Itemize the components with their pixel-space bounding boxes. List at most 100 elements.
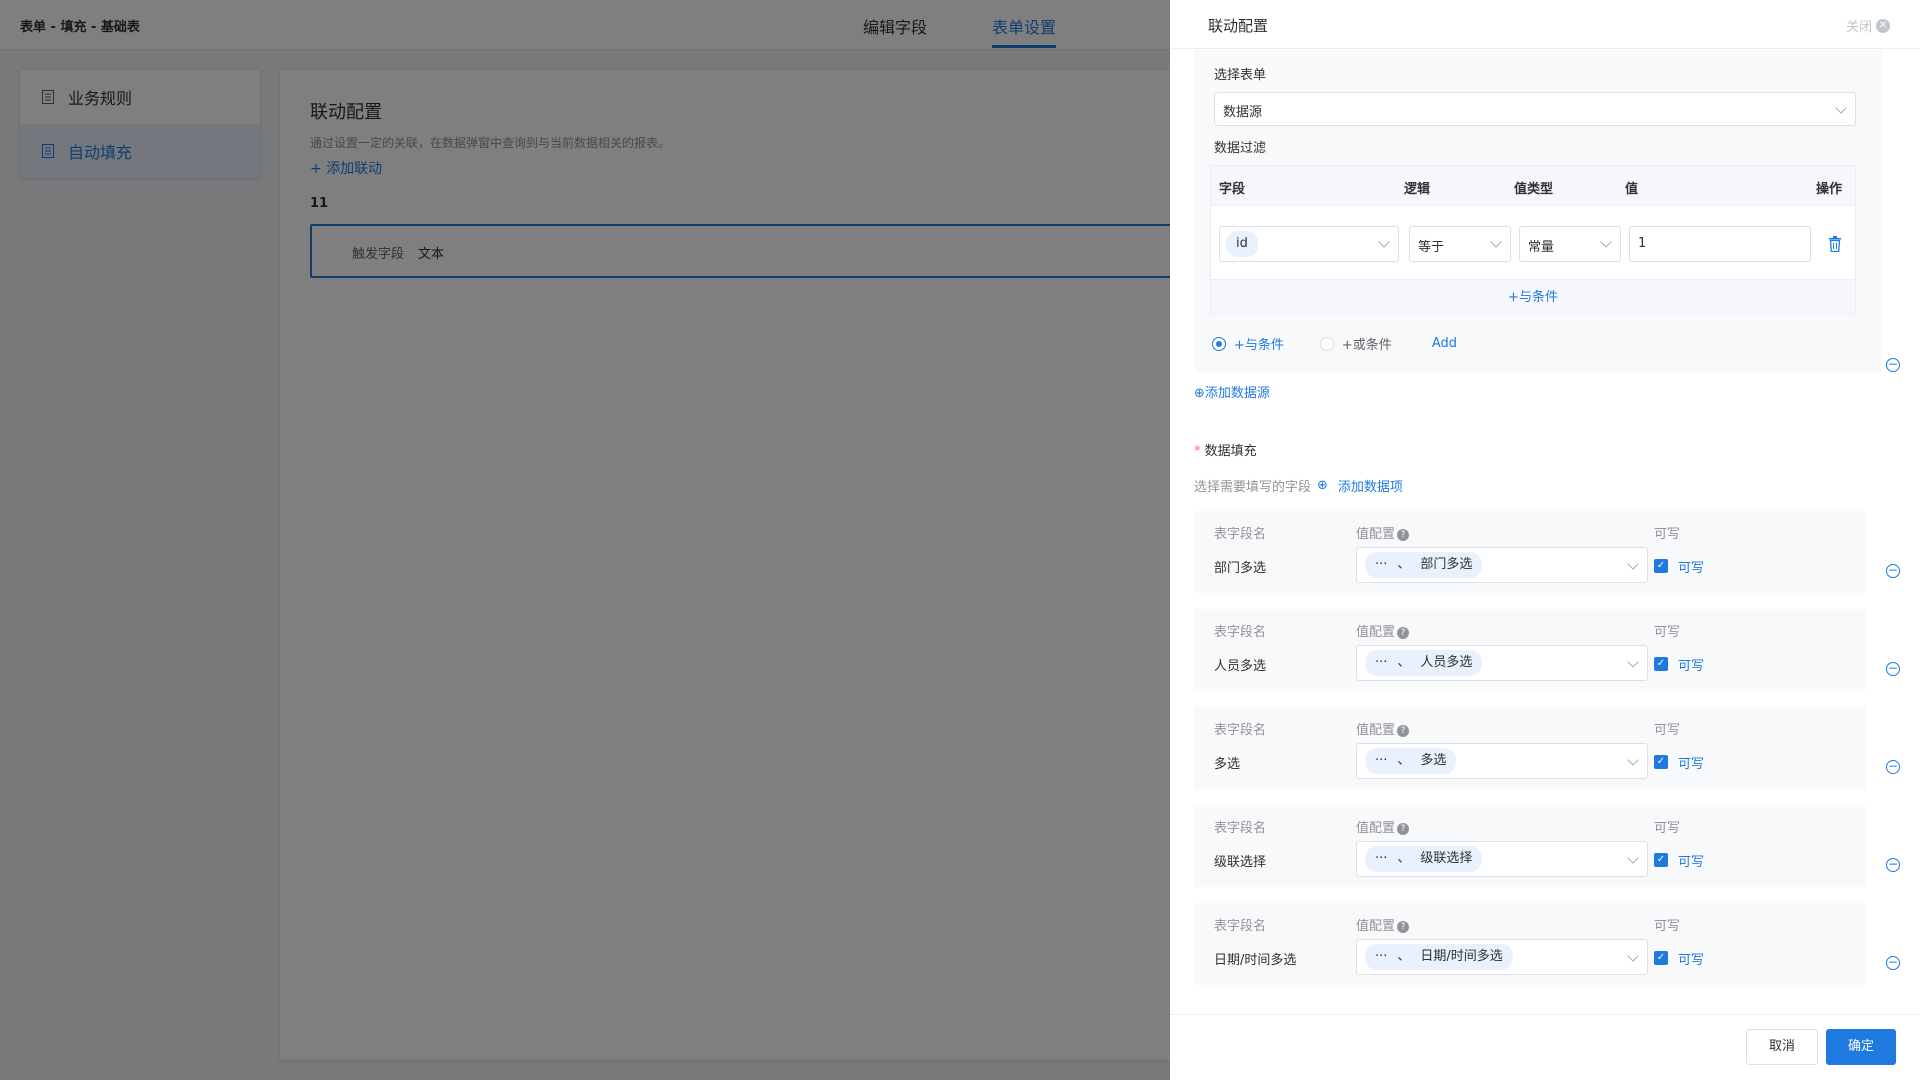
writable-label[interactable]: 可写 <box>1678 655 1704 674</box>
fill-field-name: 人员多选 <box>1214 659 1267 674</box>
help-icon[interactable]: ? <box>1397 627 1410 639</box>
value-config-select[interactable]: ··· 、多选 <box>1356 743 1648 779</box>
writable-label[interactable]: 可写 <box>1678 557 1704 576</box>
radio-or-label[interactable]: +或条件 <box>1342 334 1392 353</box>
close-icon: ✕ <box>1876 18 1890 33</box>
writable-checkbox[interactable]: ✓ <box>1654 853 1668 867</box>
value-tag-text: 部门多选 <box>1420 557 1473 572</box>
fill-row: 表字段名 值配置? 可写 级联选择 ···、级联选择 ✓ 可写 <box>1194 805 1866 887</box>
chevron-down-icon <box>1627 852 1639 864</box>
chevron-down-icon <box>1627 558 1639 570</box>
filter-value-input[interactable]: 1 <box>1629 226 1811 262</box>
value-tag-text: 人员多选 <box>1420 655 1473 670</box>
radio-and-label[interactable]: +与条件 <box>1234 334 1284 353</box>
value-tag-text: 多选 <box>1420 753 1447 768</box>
value-tag-text: 日期/时间多选 <box>1420 949 1503 964</box>
col-header-field-name: 表字段名 <box>1214 625 1267 640</box>
col-header-value-config: 值配置? <box>1356 719 1410 738</box>
col-header-writable: 可写 <box>1654 527 1681 542</box>
remove-datasource-icon[interactable]: − <box>1886 358 1900 372</box>
value-tag-text: 级联选择 <box>1420 851 1473 866</box>
plus-circle-icon[interactable]: ⊕ <box>1317 478 1328 493</box>
col-header-field-name: 表字段名 <box>1214 527 1267 542</box>
writable-checkbox[interactable]: ✓ <box>1654 559 1668 573</box>
value-config-label: 值配置 <box>1356 527 1396 542</box>
chevron-down-icon <box>1378 236 1390 248</box>
required-asterisk: * <box>1194 444 1205 459</box>
radio-or[interactable] <box>1319 336 1334 351</box>
value-tag-separator: 、 <box>1397 949 1411 964</box>
writable-checkbox[interactable]: ✓ <box>1654 755 1668 769</box>
value-config-select[interactable]: ··· 、人员多选 <box>1356 645 1648 681</box>
plus-circle-icon: ⊕ <box>1194 386 1205 401</box>
fill-hint: 选择需要填写的字段 <box>1194 480 1312 495</box>
filter-value-text: 1 <box>1638 236 1647 251</box>
remove-row-icon[interactable]: − <box>1886 564 1900 578</box>
linkage-config-drawer: 联动配置 关闭 ✕ 选择表单 数据源 数据过滤 字段 逻辑 值类型 值 操作 i… <box>1170 0 1920 1080</box>
delete-icon[interactable] <box>1828 236 1842 253</box>
value-config-select[interactable]: ··· 、级联选择 <box>1356 841 1648 877</box>
col-header-value-config: 值配置? <box>1356 915 1410 934</box>
value-config-select[interactable]: ··· 、日期/时间多选 <box>1356 939 1648 975</box>
writable-label[interactable]: 可写 <box>1678 851 1704 870</box>
filter-logic-select[interactable]: 等于 <box>1409 226 1511 262</box>
chevron-down-icon <box>1627 950 1639 962</box>
form-select-value: 数据源 <box>1223 105 1263 120</box>
radio-and[interactable] <box>1212 336 1226 351</box>
value-tag-separator: 、 <box>1397 753 1411 768</box>
chevron-down-icon <box>1627 656 1639 668</box>
value-config-label: 值配置 <box>1356 821 1396 836</box>
help-icon[interactable]: ? <box>1397 529 1410 541</box>
col-header-writable: 可写 <box>1654 625 1681 640</box>
add-data-item-link[interactable]: 添加数据项 <box>1338 476 1403 495</box>
writable-checkbox[interactable]: ✓ <box>1654 951 1668 965</box>
header-field: 字段 <box>1219 182 1246 197</box>
add-and-condition-button[interactable]: +与条件 <box>1211 279 1855 316</box>
value-tag-prefix: ··· <box>1375 949 1388 964</box>
writable-label[interactable]: 可写 <box>1678 949 1704 968</box>
chevron-down-icon <box>1600 236 1612 248</box>
col-header-writable: 可写 <box>1654 919 1681 934</box>
filter-field-select[interactable]: id <box>1219 226 1399 262</box>
value-tag: ··· 、部门多选 <box>1365 552 1483 578</box>
writable-label[interactable]: 可写 <box>1678 753 1704 772</box>
value-tag: ··· 、多选 <box>1365 748 1457 774</box>
value-tag-prefix: ··· <box>1375 753 1388 768</box>
help-icon[interactable]: ? <box>1397 725 1410 737</box>
col-header-field-name: 表字段名 <box>1214 723 1267 738</box>
select-form-label: 选择表单 <box>1214 68 1267 83</box>
value-tag-separator: 、 <box>1397 557 1411 572</box>
value-config-select[interactable]: ··· 、部门多选 <box>1356 547 1648 583</box>
filter-value-type-select[interactable]: 常量 <box>1519 226 1621 262</box>
chevron-down-icon <box>1627 754 1639 766</box>
close-label: 关闭 <box>1845 20 1872 35</box>
drawer-header: 联动配置 关闭 ✕ <box>1170 0 1920 49</box>
fill-field-name: 级联选择 <box>1214 855 1267 870</box>
remove-row-icon[interactable]: − <box>1886 956 1900 970</box>
help-icon[interactable]: ? <box>1397 921 1410 933</box>
value-tag: ··· 、日期/时间多选 <box>1365 944 1513 970</box>
value-tag-prefix: ··· <box>1375 557 1388 572</box>
form-select[interactable]: 数据源 <box>1214 92 1856 126</box>
value-tag-separator: 、 <box>1397 851 1411 866</box>
header-logic: 逻辑 <box>1404 182 1431 197</box>
writable-checkbox[interactable]: ✓ <box>1654 657 1668 671</box>
remove-row-icon[interactable]: − <box>1886 662 1900 676</box>
col-header-field-name: 表字段名 <box>1214 919 1267 934</box>
fill-row: 表字段名 值配置? 可写 多选 ···、多选 ✓ 可写 <box>1194 707 1866 789</box>
remove-row-icon[interactable]: − <box>1886 760 1900 774</box>
add-condition-link[interactable]: Add <box>1432 336 1457 351</box>
filter-label: 数据过滤 <box>1214 141 1267 156</box>
value-tag-prefix: ··· <box>1375 655 1388 670</box>
close-button[interactable]: 关闭 ✕ <box>1846 16 1890 35</box>
fill-hint-row: 选择需要填写的字段 ⊕ 添加数据项 <box>1194 476 1403 495</box>
cancel-button[interactable]: 取消 <box>1746 1029 1818 1065</box>
condition-type-row: +与条件 +或条件 Add <box>1212 334 1457 353</box>
help-icon[interactable]: ? <box>1397 823 1410 835</box>
confirm-button[interactable]: 确定 <box>1826 1029 1896 1065</box>
filter-logic-value: 等于 <box>1418 240 1445 255</box>
add-datasource-link[interactable]: ⊕添加数据源 <box>1194 382 1270 401</box>
col-header-writable: 可写 <box>1654 821 1681 836</box>
drawer-body[interactable]: 选择表单 数据源 数据过滤 字段 逻辑 值类型 值 操作 id 等于 常量 1 … <box>1170 50 1920 1014</box>
remove-row-icon[interactable]: − <box>1886 858 1900 872</box>
